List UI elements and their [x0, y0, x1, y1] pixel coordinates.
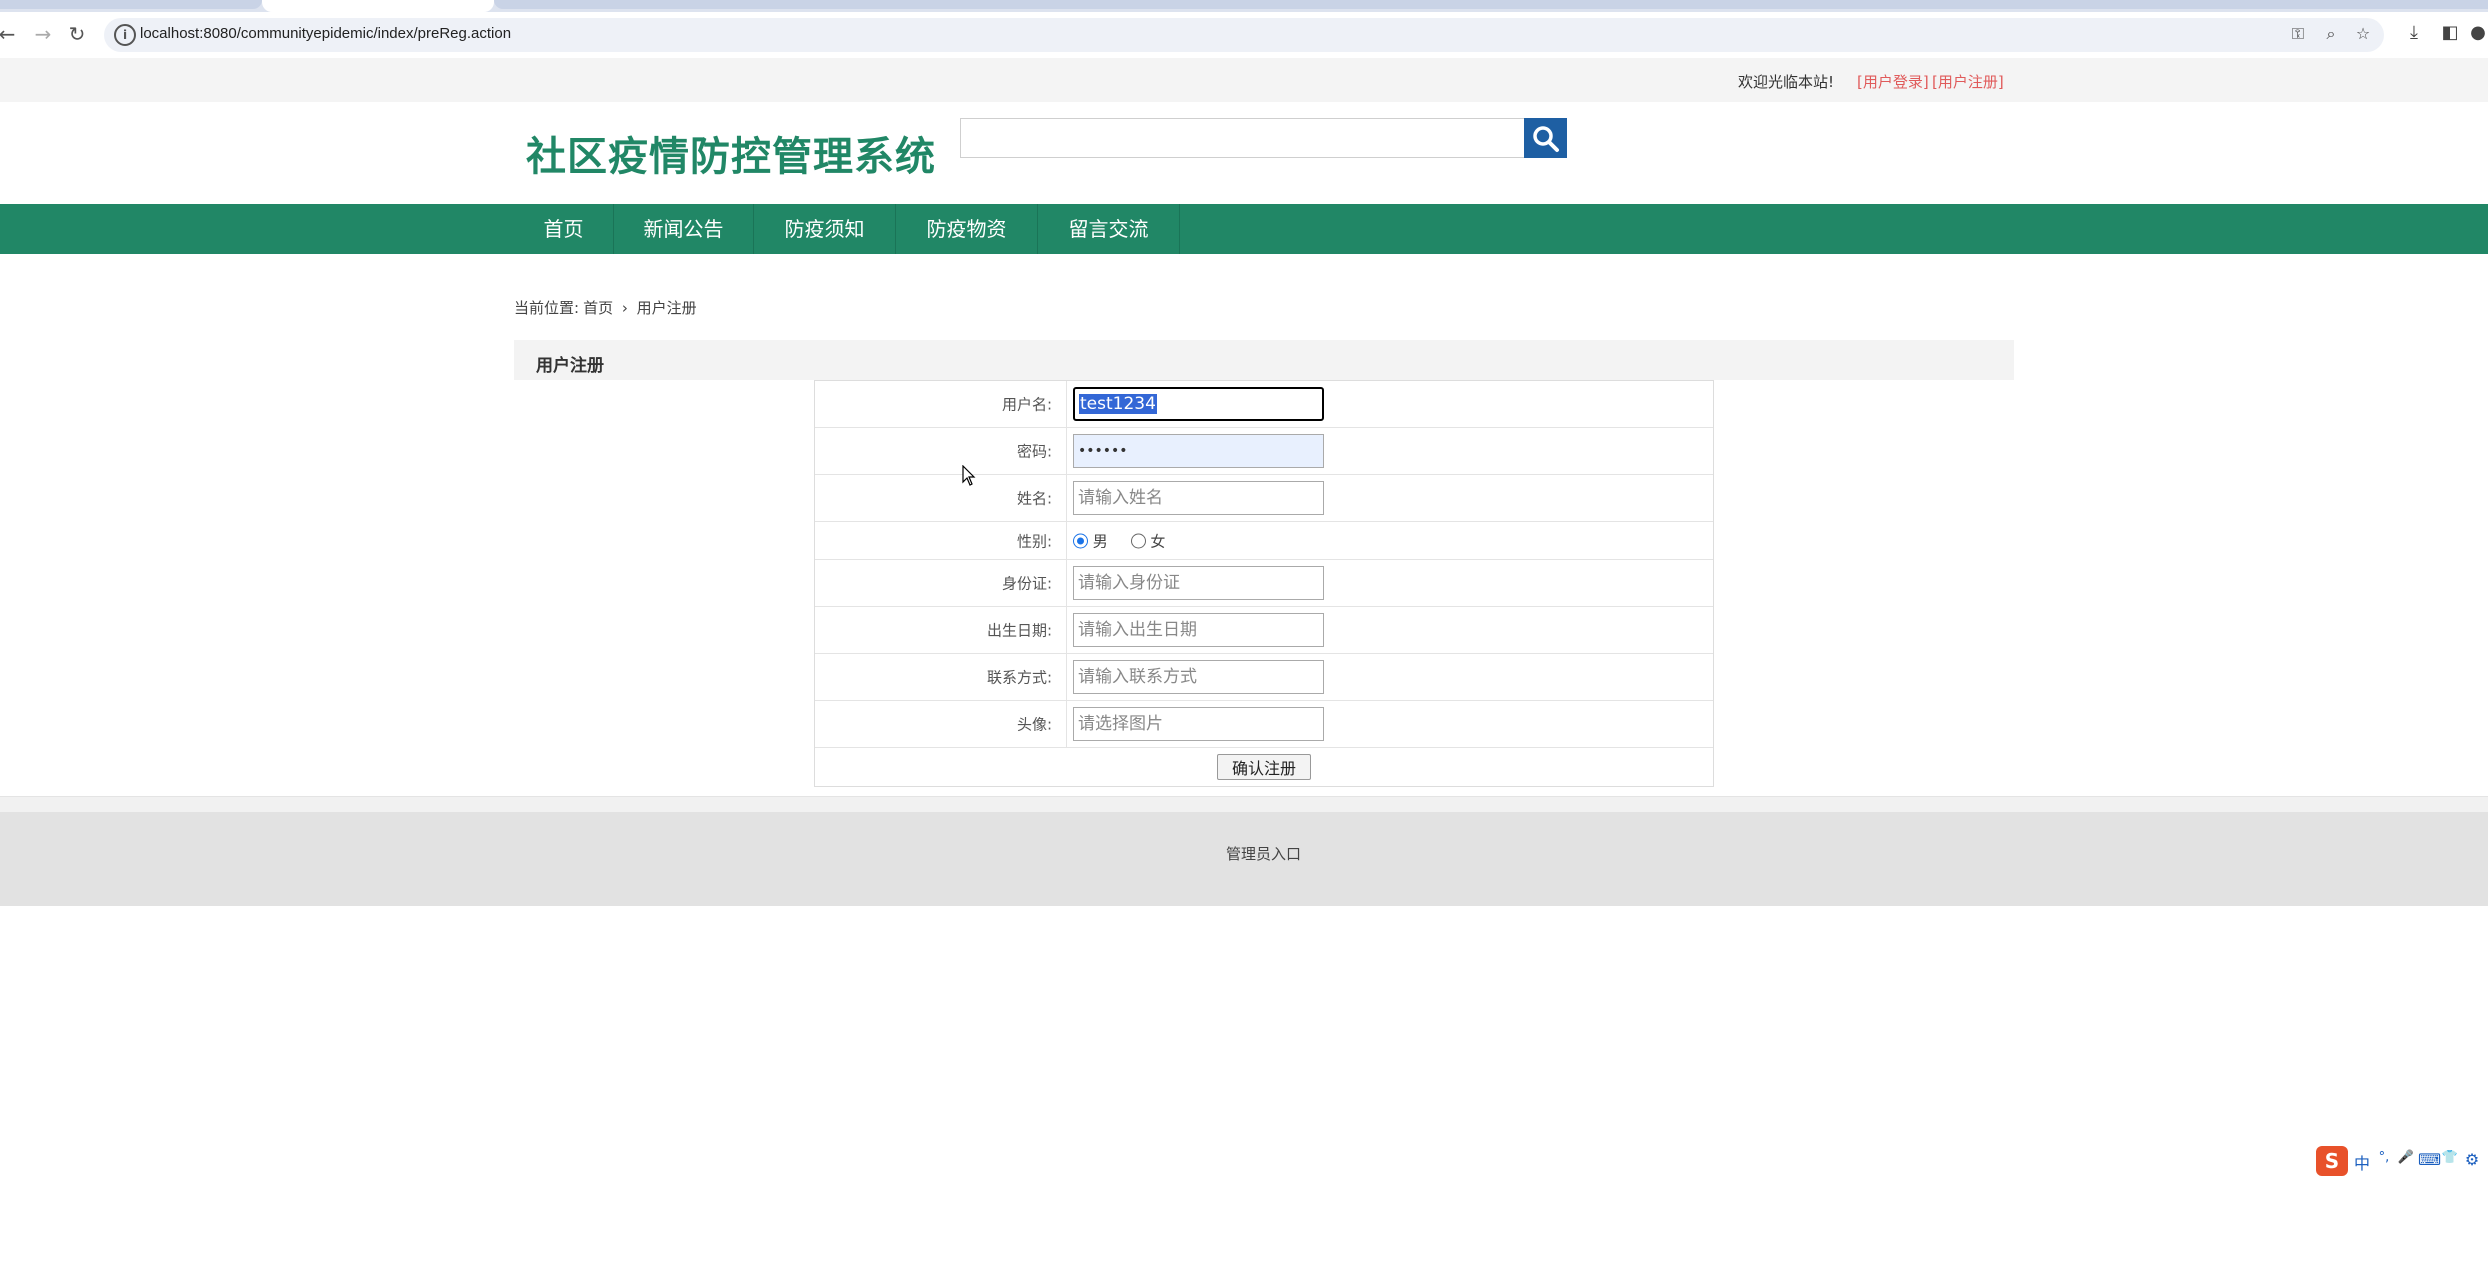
browser-tab-inactive-2[interactable] [494, 0, 2488, 9]
contact-input[interactable] [1073, 660, 1324, 694]
ime-toolbar: S 中 °, 🎤 ⌨ 👕 ⚙ [2316, 1146, 2488, 1176]
site-info-icon[interactable]: i [114, 24, 136, 46]
gender-label: 性别: [1016, 532, 1052, 550]
section-title: 用户注册 [536, 356, 604, 376]
gender-female-label: 女 [1150, 532, 1166, 550]
username-label: 用户名: [1001, 395, 1052, 414]
name-input[interactable] [1073, 481, 1324, 515]
avatar-input[interactable] [1073, 707, 1324, 741]
site-topbar: 欢迎光临本站! [用户登录] [用户注册] [0, 58, 2488, 102]
nav-item-news[interactable]: 新闻公告 [614, 204, 754, 254]
ime-settings-icon[interactable]: ⚙ [2462, 1150, 2482, 1169]
browser-toolbar: ← → ↻ i localhost:8080/communityepidemic… [0, 12, 2488, 58]
footer-divider [0, 796, 2488, 812]
nav-item-supplies[interactable]: 防疫物资 [896, 204, 1038, 254]
form-label: 用户名: [815, 381, 1067, 427]
id-card-input[interactable] [1073, 566, 1324, 600]
username-input[interactable]: test1234 [1073, 387, 1324, 421]
form-row-gender: 性别: 男 女 [815, 522, 1713, 560]
breadcrumb-current: 用户注册 [636, 299, 697, 317]
breadcrumb-home[interactable]: 首页 [583, 299, 613, 317]
ime-keyboard-icon[interactable]: ⌨ [2418, 1150, 2441, 1169]
search-button[interactable] [1524, 118, 1567, 158]
breadcrumb: 当前位置: 首页 › 用户注册 [514, 297, 701, 318]
password-key-icon[interactable]: ⚿ [2287, 24, 2309, 44]
download-icon[interactable]: ⤓ [2402, 22, 2426, 43]
profile-icon[interactable]: ● [2466, 22, 2488, 43]
form-label: 头像: [815, 701, 1067, 747]
form-label: 姓名: [815, 475, 1067, 521]
gender-radio-group: 男 女 [1073, 530, 1165, 551]
site-title: 社区疫情防控管理系统 [526, 134, 936, 180]
welcome-text: 欢迎光临本站! [1738, 73, 1835, 91]
address-url[interactable]: localhost:8080/communityepidemic/index/p… [140, 25, 511, 42]
gender-female-radio[interactable] [1130, 533, 1146, 548]
form-row-id-card: 身份证: [815, 560, 1713, 607]
username-value: test1234 [1079, 394, 1157, 414]
login-link[interactable]: [用户登录] [1857, 71, 1929, 92]
name-label: 姓名: [1016, 489, 1052, 508]
breadcrumb-prefix: 当前位置: [514, 299, 580, 317]
form-row-birth-date: 出生日期: [815, 607, 1713, 654]
reload-icon[interactable]: ↻ [64, 21, 90, 47]
form-row-password: 密码: •••••• [815, 428, 1713, 475]
gender-male-radio[interactable] [1073, 533, 1088, 548]
browser-tab-inactive[interactable] [0, 0, 262, 9]
register-link[interactable]: [用户注册] [1932, 71, 2004, 92]
form-row-name: 姓名: [815, 475, 1713, 522]
site-footer: 管理员入口 [0, 812, 2488, 906]
password-value: •••••• [1078, 443, 1128, 459]
section-header: 用户注册 [514, 340, 2014, 380]
password-input[interactable]: •••••• [1073, 434, 1324, 468]
ime-skin-icon[interactable]: 👕 [2440, 1150, 2460, 1165]
form-label: 出生日期: [815, 607, 1067, 653]
nav-item-guidelines[interactable]: 防疫须知 [754, 204, 896, 254]
avatar-label: 头像: [1016, 715, 1052, 734]
birth-date-label: 出生日期: [986, 621, 1052, 640]
form-row-contact: 联系方式: [815, 654, 1713, 701]
submit-register-button[interactable]: 确认注册 [1217, 754, 1312, 780]
search-icon [1533, 126, 1559, 152]
form-label: 性别: [815, 522, 1067, 559]
mouse-cursor-icon [962, 465, 976, 486]
back-icon[interactable]: ← [0, 21, 20, 47]
bookmark-star-icon[interactable]: ☆ [2352, 24, 2374, 43]
form-label: 联系方式: [815, 654, 1067, 700]
ime-chinese-mode[interactable]: 中 [2352, 1150, 2372, 1174]
birth-date-input[interactable] [1073, 613, 1324, 647]
form-label: 身份证: [815, 560, 1067, 606]
sidepanel-icon[interactable]: ◧ [2438, 22, 2462, 43]
password-label: 密码: [1016, 442, 1052, 461]
breadcrumb-separator: › [621, 299, 628, 317]
form-row-username: 用户名: test1234 [815, 381, 1713, 428]
admin-entry-link[interactable]: 管理员入口 [1226, 843, 1301, 864]
forward-icon[interactable]: → [30, 21, 56, 47]
contact-label: 联系方式: [986, 668, 1052, 687]
id-card-label: 身份证: [1001, 574, 1052, 593]
ime-voice-icon[interactable]: 🎤 [2396, 1150, 2416, 1165]
ime-logo-icon[interactable]: S [2316, 1146, 2348, 1176]
form-row-submit: 确认注册 [815, 748, 1713, 786]
browser-tab-active[interactable] [262, 0, 494, 12]
form-row-avatar: 头像: [815, 701, 1713, 748]
register-form: 用户名: test1234 密码: •••••• 姓名: 性别: 男 女 身份证… [814, 380, 1714, 787]
main-nav: 首页 新闻公告 防疫须知 防疫物资 留言交流 [0, 204, 2488, 254]
gender-male-label: 男 [1092, 532, 1108, 550]
nav-item-messages[interactable]: 留言交流 [1038, 204, 1180, 254]
nav-item-home[interactable]: 首页 [514, 204, 614, 254]
address-bar[interactable]: i localhost:8080/communityepidemic/index… [104, 18, 2384, 52]
browser-tabstrip [0, 0, 2488, 12]
search-input[interactable] [960, 118, 1526, 158]
ime-punctuation-icon[interactable]: °, [2374, 1150, 2394, 1165]
zoom-icon[interactable]: ⌕ [2320, 24, 2342, 44]
form-label: 密码: [815, 428, 1067, 474]
